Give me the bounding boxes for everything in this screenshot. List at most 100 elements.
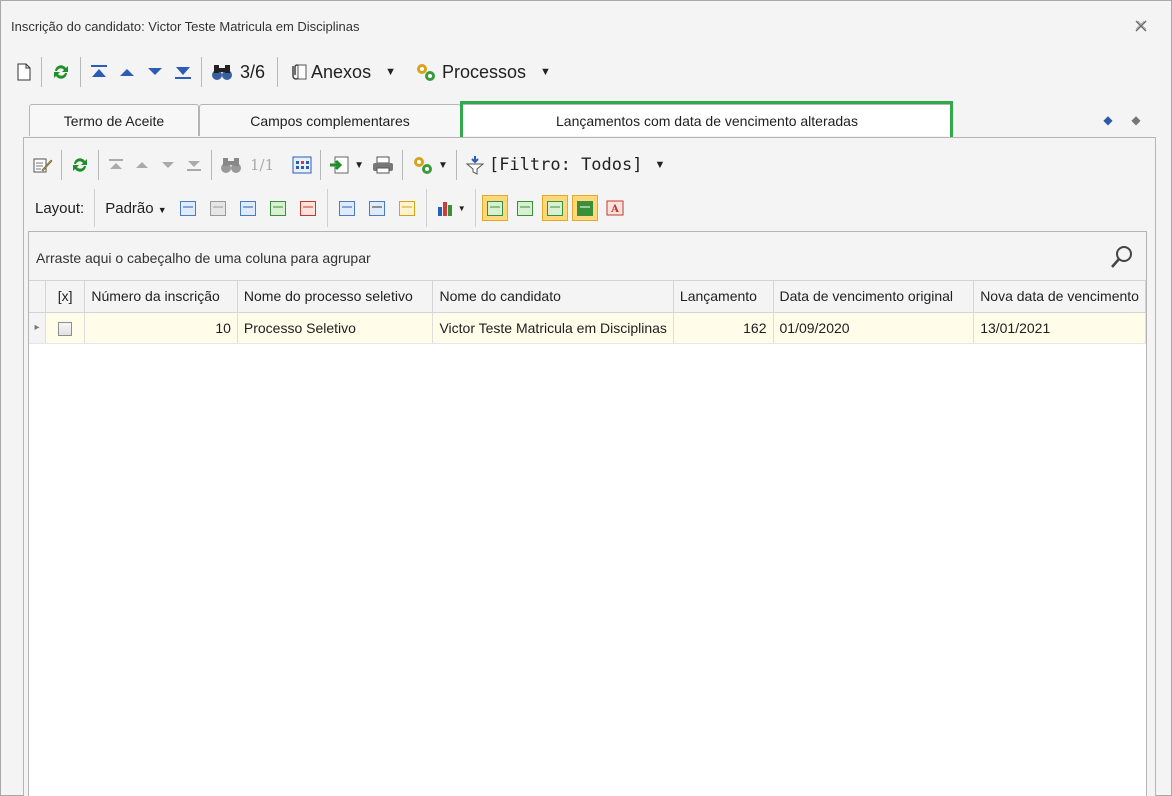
chart-group: ▼ [431,189,476,227]
last-record-icon[interactable] [169,57,197,87]
layout-label: Layout: [35,199,85,217]
chevron-down-icon: ▼ [438,159,448,171]
layout-toolbar: Layout: Padrão ▼ ▼ A [29,189,1139,227]
grid-toolbar: 1/1 ▼ ▼ [Filtro: Todos] ▼ [29,147,1139,183]
chevron-down-icon: ▼ [385,66,396,78]
layout-preset-dropdown[interactable]: Padrão ▼ [99,200,172,217]
tab-label: Lançamentos com data de vencimento alter… [556,112,858,129]
delete-layout-icon [205,195,231,221]
grid-table: [x] Número da inscrição Nome do processo… [29,281,1146,344]
find-binoculars-icon [216,150,246,180]
refresh-icon[interactable] [66,150,94,180]
toolbar-separator [41,57,42,87]
export-arrow-icon [330,156,349,174]
column-header-vencimento-original[interactable]: Data de vencimento original [773,281,975,313]
cell-nova-data[interactable]: 13/01/2021 [973,312,1146,344]
column-header-nova-data[interactable]: Nova data de vencimento [973,281,1146,313]
show-group-panel-toggle[interactable] [481,195,508,221]
gears-icon [414,157,433,174]
search-icon[interactable] [1109,244,1135,270]
refresh-icon[interactable] [46,57,76,87]
column-header-select[interactable]: [x] [45,281,86,313]
row-checkbox[interactable] [58,321,73,336]
tab-label: Termo de Aceite [63,112,165,129]
cell-candidato[interactable]: Victor Teste Matricula em Disciplinas [432,312,674,344]
dialog-window: Inscrição do candidato: Victor Teste Mat… [0,0,1172,796]
row-indicator-icon: ▸ [29,312,46,344]
tab-termo-de-aceite[interactable]: Termo de Aceite [29,104,199,136]
chevron-down-icon: ▼ [157,204,167,215]
show-auto-filter-toggle[interactable] [571,195,598,221]
record-position: 3/6 [240,61,266,82]
show-filter-row-toggle[interactable] [541,195,568,221]
chevron-down-icon: ▼ [540,66,551,78]
summary-sigma-icon[interactable] [364,195,390,221]
grid-options-group [332,189,427,227]
toolbar-separator [61,150,62,180]
paperclip-icon [292,64,307,80]
data-grid: Arraste aqui o cabeçalho de uma coluna p… [28,231,1147,796]
font-format-icon[interactable]: A [602,195,628,221]
cell-inscricao[interactable]: 10 [84,312,238,344]
cell-vencimento-original[interactable]: 01/09/2020 [773,312,975,344]
group-by-hint: Arraste aqui o cabeçalho de uma coluna p… [36,250,371,266]
cell-processo[interactable]: Processo Seletivo [237,312,434,344]
next-record-icon[interactable] [141,57,169,87]
show-footer-toggle[interactable] [512,195,538,221]
export-button[interactable]: ▼ [325,150,368,180]
new-document-icon[interactable] [11,57,37,87]
first-record-icon[interactable] [85,57,113,87]
column-header-inscricao[interactable]: Número da inscrição [84,281,238,313]
table-row[interactable]: ▸ 10 Processo Seletivo Victor Teste Matr… [29,312,1146,344]
column-header-processo[interactable]: Nome do processo seletivo [237,281,434,313]
tab-scroll-right-icon[interactable]: ◆ [1125,110,1147,130]
close-icon[interactable] [1133,19,1149,35]
window-title: Inscrição do candidato: Victor Teste Mat… [11,19,360,34]
processes-button[interactable]: Processos ▼ [409,57,556,87]
attachments-button[interactable]: Anexos ▼ [282,57,401,87]
toolbar-separator [455,150,457,180]
group-by-panel[interactable]: Arraste aqui o cabeçalho de uma coluna p… [29,232,1146,281]
previous-record-icon[interactable] [113,57,141,87]
column-header-candidato[interactable]: Nome do candidato [432,281,674,313]
filter-label: [Filtro: Todos] [488,155,643,175]
save-layout-icon[interactable] [175,195,201,221]
export-layout-icon[interactable] [295,195,321,221]
toolbar-separator [201,57,202,87]
next-record-icon [155,150,181,180]
columns-grid-icon[interactable] [288,150,316,180]
gears-icon [416,64,435,81]
view-toggle-group: A [480,189,634,227]
chevron-down-icon: ▼ [457,203,466,213]
main-toolbar: 3/6 Anexos ▼ Processos ▼ [11,53,1161,91]
tab-scroll-left-icon[interactable]: ◆ [1097,110,1119,130]
grid-record-position: 1/1 [250,156,275,174]
layout-preset-label: Padrão [105,199,154,217]
bar-chart-icon[interactable]: ▼ [433,195,469,221]
filter-button[interactable]: [Filtro: Todos] ▼ [461,150,669,180]
row-checkbox-cell[interactable] [45,312,86,344]
tab-lancamentos[interactable]: Lançamentos com data de vencimento alter… [461,104,953,136]
toolbar-separator [320,150,322,180]
layout-grid-icon[interactable] [235,195,261,221]
last-record-icon [181,150,207,180]
edit-icon[interactable] [29,150,57,180]
filter-funnel-icon [465,156,485,175]
find-binoculars-icon[interactable] [206,57,238,87]
column-header-lancamento[interactable]: Lançamento [673,281,774,313]
first-record-icon [103,150,129,180]
toolbar-separator [211,150,212,180]
cell-lancamento[interactable]: 162 [673,312,774,344]
processes-label: Processos [441,61,527,82]
tab-bar: Termo de Aceite Campos complementares La… [21,104,1153,136]
processes-menu-button[interactable]: ▼ [407,150,452,180]
layout-preset-group: Padrão ▼ [99,189,328,227]
row-indicator-header [29,281,46,313]
best-fit-icon[interactable] [394,195,420,221]
column-chooser-icon[interactable] [334,195,360,221]
import-layout-icon[interactable] [265,195,291,221]
tab-campos-complementares[interactable]: Campos complementares [199,104,461,136]
printer-icon[interactable] [368,150,398,180]
tab-label: Campos complementares [250,112,410,129]
chevron-down-icon: ▼ [354,159,365,171]
